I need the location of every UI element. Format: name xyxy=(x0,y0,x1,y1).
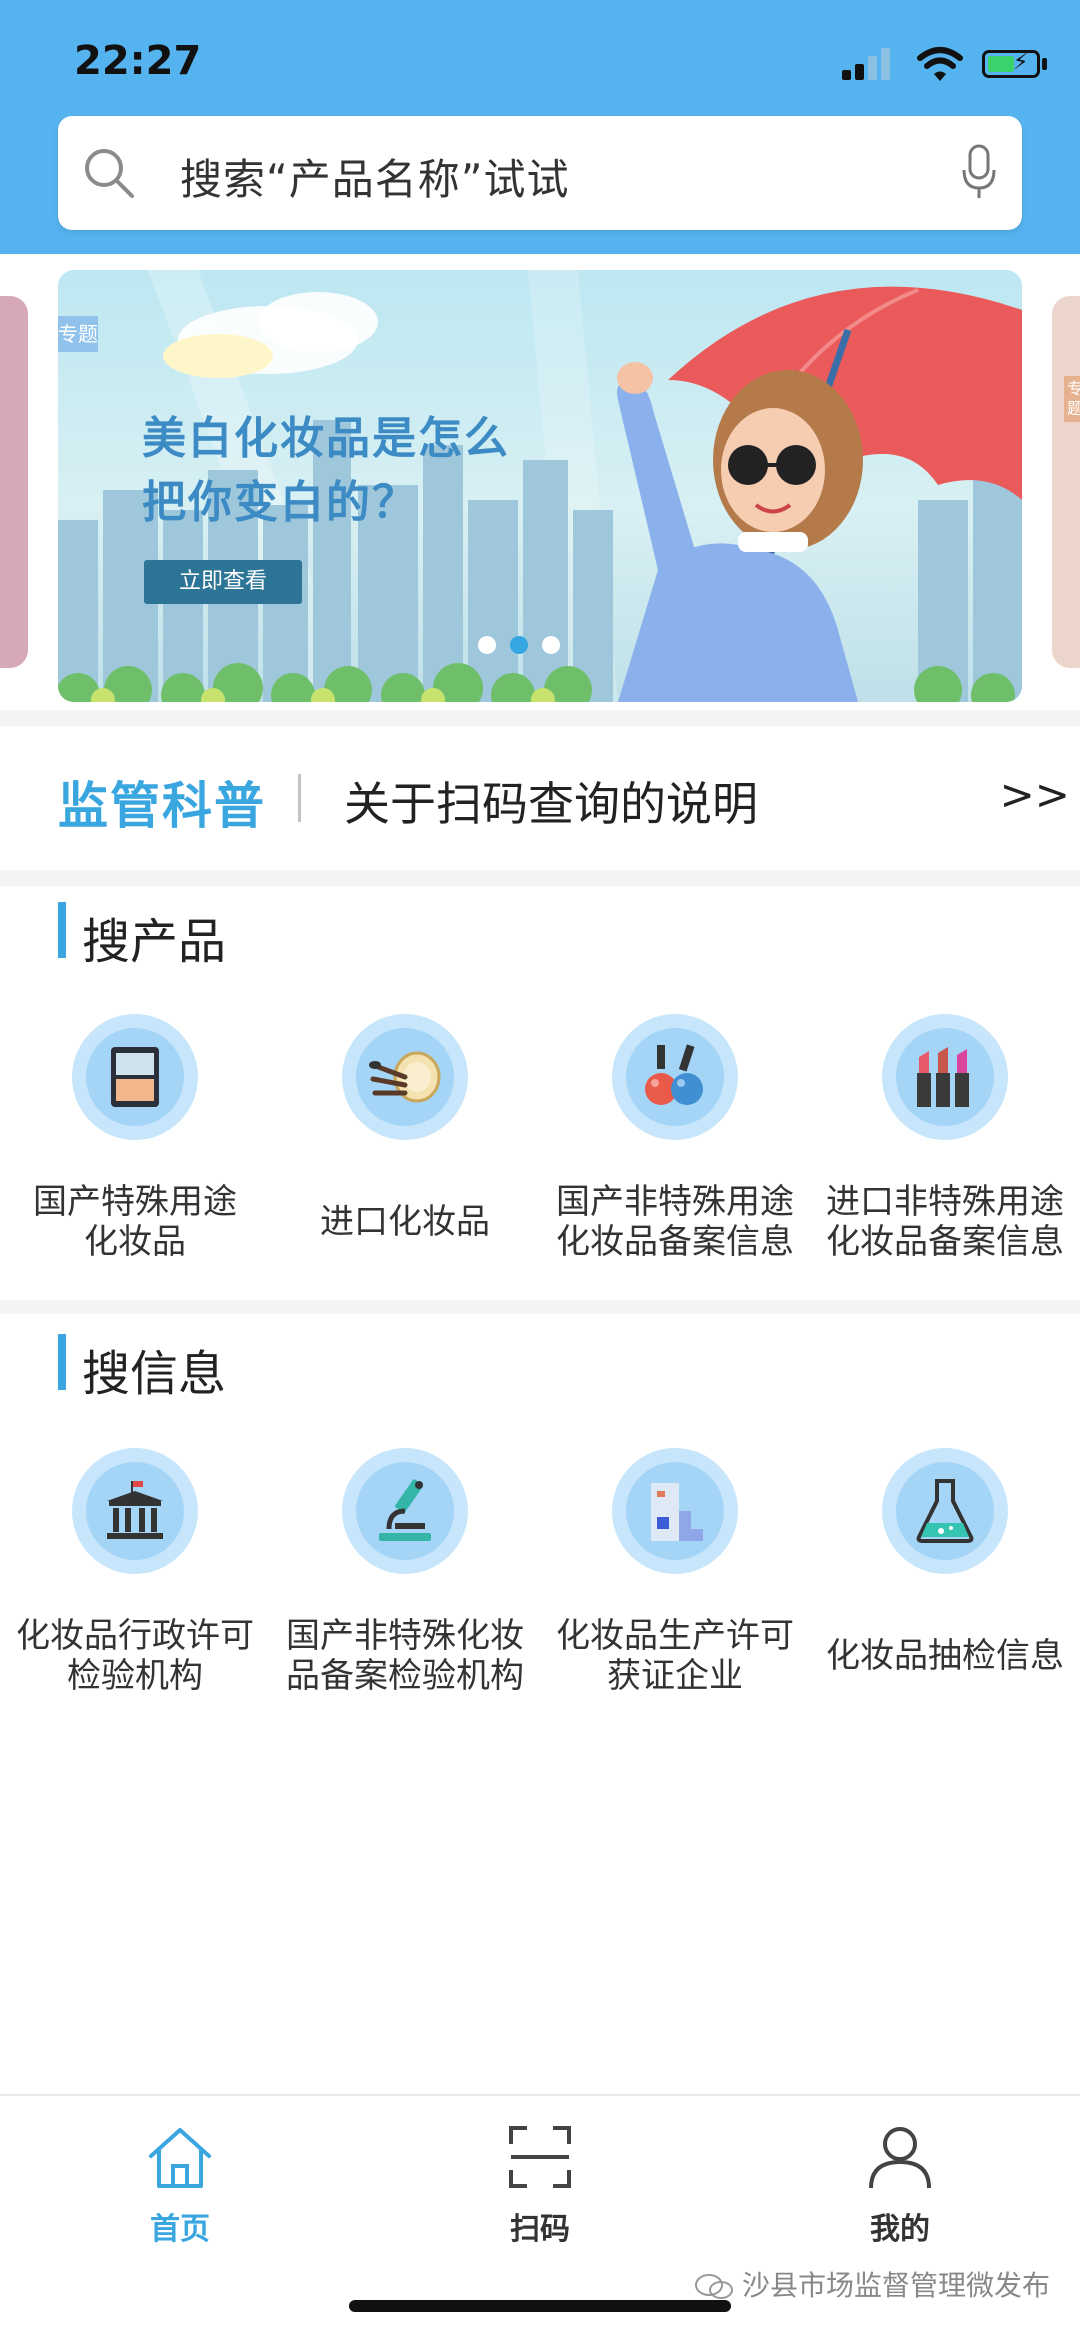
info-item-label-line1: 化妆品行政许可 xyxy=(16,1616,254,1656)
status-icons: ⚡ xyxy=(842,44,1052,84)
nail-polish-icon xyxy=(645,1044,703,1105)
product-item-label-line1: 国产非特殊用途 xyxy=(556,1182,794,1222)
section-title-products: 搜产品 xyxy=(82,914,227,970)
next-banner-tag: 专题 xyxy=(1064,376,1080,422)
banner-carousel[interactable]: 专题 专题 美白化妆品是怎么 把你变白的？ 立即查看 xyxy=(0,254,1080,710)
banner-tag: 专题 xyxy=(58,316,98,352)
product-item-label-line2: 化妆品备案信息 xyxy=(556,1222,794,1262)
carousel-dot-2[interactable] xyxy=(510,636,528,654)
product-item-imported[interactable]: 进口化妆品 xyxy=(270,1014,540,1274)
makeup-brush-icon xyxy=(369,1051,441,1103)
signal-icon xyxy=(842,44,896,84)
banner-title-line2: 把你变白的？ xyxy=(142,477,418,528)
microscope-icon xyxy=(379,1479,431,1541)
info-item-label-line2: 品备案检验机构 xyxy=(286,1656,524,1696)
tab-scan[interactable]: 扫码 xyxy=(360,2096,720,2256)
user-icon xyxy=(869,2127,931,2189)
factory-icon xyxy=(651,1483,703,1541)
carousel-dot-1[interactable] xyxy=(478,636,496,654)
carousel-dot-3[interactable] xyxy=(542,636,560,654)
notice-bar[interactable]: 监管科普 关于扫码查询的说明 >> xyxy=(0,726,1080,870)
notice-label: 监管科普 xyxy=(58,777,266,835)
scan-icon xyxy=(509,2126,571,2188)
divider xyxy=(0,1300,1080,1314)
divider xyxy=(0,710,1080,726)
search-icon xyxy=(85,149,134,198)
watermark: 沙县市场监督管理微发布 xyxy=(694,2264,1050,2304)
tab-mine-label: 我的 xyxy=(870,2212,930,2247)
info-item-label-line1: 化妆品生产许可 xyxy=(556,1616,794,1656)
info-item-label-line1: 化妆品抽检信息 xyxy=(826,1636,1064,1676)
divider xyxy=(0,870,1080,886)
lipstick-icon xyxy=(917,1047,969,1107)
product-item-domestic-special[interactable]: 国产特殊用途 化妆品 xyxy=(0,1014,270,1274)
product-item-imported-nonspecial[interactable]: 进口非特殊用途 化妆品备案信息 xyxy=(810,1014,1080,1274)
info-item-production-license[interactable]: 化妆品生产许可 获证企业 xyxy=(540,1448,810,1708)
next-banner-peek[interactable]: 专题 xyxy=(1052,296,1080,668)
notice-more-link[interactable]: >> xyxy=(1000,770,1070,819)
home-indicator[interactable] xyxy=(349,2300,731,2312)
search-placeholder: 搜索“产品名称”试试 xyxy=(180,155,570,204)
info-item-label-line1: 国产非特殊化妆 xyxy=(286,1616,524,1656)
wechat-icon xyxy=(694,2274,733,2299)
battery-icon: ⚡ xyxy=(982,50,1040,78)
tab-mine[interactable]: 我的 xyxy=(720,2096,1080,2256)
wifi-icon xyxy=(917,47,963,81)
banner-slide[interactable]: 专题 美白化妆品是怎么 把你变白的？ 立即查看 xyxy=(58,270,1022,702)
section-accent-bar xyxy=(58,902,66,958)
tab-scan-label: 扫码 xyxy=(510,2212,570,2247)
banner-view-now-button[interactable]: 立即查看 xyxy=(144,560,302,604)
microphone-icon[interactable] xyxy=(962,144,996,200)
product-item-label-line2: 化妆品 xyxy=(84,1222,186,1262)
info-item-filing-lab[interactable]: 国产非特殊化妆 品备案检验机构 xyxy=(270,1448,540,1708)
foundation-icon xyxy=(111,1047,159,1107)
prev-banner-peek[interactable] xyxy=(0,296,28,668)
product-item-label-line1: 国产特殊用途 xyxy=(33,1182,237,1222)
notice-text[interactable]: 关于扫码查询的说明 xyxy=(344,768,758,834)
flask-icon xyxy=(916,1479,974,1543)
product-item-label-line1: 进口非特殊用途 xyxy=(826,1182,1064,1222)
product-item-label-line1: 进口化妆品 xyxy=(320,1202,490,1242)
home-icon xyxy=(149,2128,211,2188)
institution-icon xyxy=(107,1481,163,1539)
product-item-domestic-nonspecial[interactable]: 国产非特殊用途 化妆品备案信息 xyxy=(540,1014,810,1274)
info-item-label-line2: 获证企业 xyxy=(607,1656,743,1696)
tab-home[interactable]: 首页 xyxy=(0,2096,360,2256)
banner-title-line1: 美白化妆品是怎么 xyxy=(142,413,510,464)
status-time: 22:27 xyxy=(74,38,202,84)
tab-home-label: 首页 xyxy=(150,2212,210,2247)
search-input[interactable]: 搜索“产品名称”试试 xyxy=(58,116,1022,230)
header: 22:27 ⚡ 搜索“产品名称”试试 xyxy=(0,0,1080,254)
section-title-info: 搜信息 xyxy=(82,1346,227,1402)
info-item-label-line2: 检验机构 xyxy=(67,1656,203,1696)
watermark-text: 沙县市场监督管理微发布 xyxy=(741,2269,1050,2302)
section-accent-bar xyxy=(58,1334,66,1390)
notice-divider xyxy=(298,774,301,822)
info-item-spot-check[interactable]: 化妆品抽检信息 xyxy=(810,1448,1080,1708)
info-item-admin-license-lab[interactable]: 化妆品行政许可 检验机构 xyxy=(0,1448,270,1708)
product-item-label-line2: 化妆品备案信息 xyxy=(826,1222,1064,1262)
